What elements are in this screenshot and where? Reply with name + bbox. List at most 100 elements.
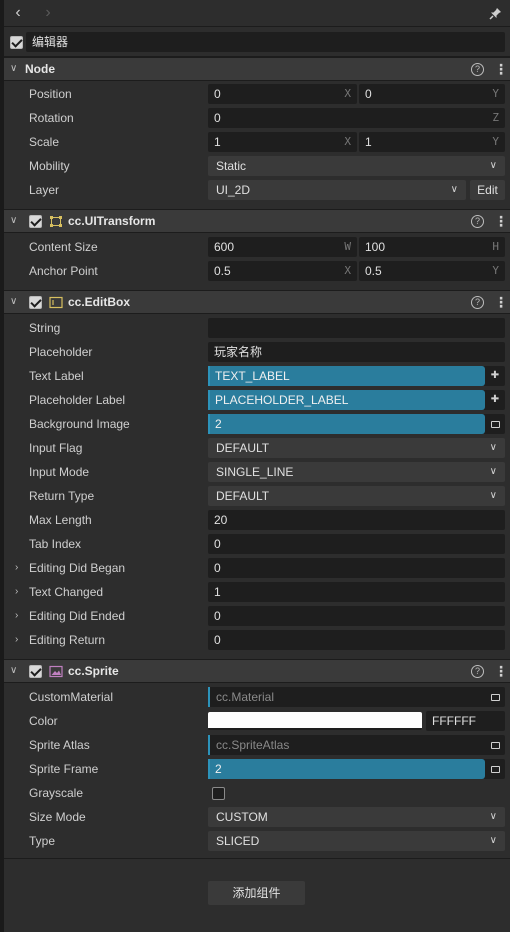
sprite-section-header[interactable]: ∨ cc.Sprite ? ⋮ <box>4 659 510 683</box>
row-input-flag: Input Flag DEFAULT ∨ <box>4 436 510 460</box>
node-section-header[interactable]: ∨ Node ? ⋮ <box>4 57 510 81</box>
background-image-ref-field[interactable]: 2 <box>208 414 505 434</box>
help-icon[interactable]: ? <box>471 665 484 678</box>
row-sprite-atlas: Sprite Atlas cc.SpriteAtlas <box>4 733 510 757</box>
component-enabled-checkbox[interactable] <box>29 665 42 678</box>
editing-return-count[interactable]: 0 <box>208 630 505 650</box>
field-label: Text Changed <box>29 585 104 599</box>
field-label: Color <box>29 714 58 728</box>
field-label: Return Type <box>29 489 95 503</box>
content-height-input[interactable]: 100 H <box>359 237 505 257</box>
axis-label: X <box>344 87 351 100</box>
more-menu-icon[interactable]: ⋮ <box>494 213 508 229</box>
puzzle-icon[interactable]: ✚ <box>489 394 501 406</box>
more-menu-icon[interactable]: ⋮ <box>494 61 508 77</box>
sprite-icon <box>49 665 63 678</box>
help-icon[interactable]: ? <box>471 296 484 309</box>
rotation-z-input[interactable]: 0Z <box>208 108 505 128</box>
expand-arrow-icon[interactable]: › <box>15 609 18 623</box>
input-mode-select[interactable]: SINGLE_LINE ∨ <box>208 462 505 482</box>
field-label: Sprite Frame <box>29 762 99 776</box>
scale-x-input[interactable]: 1X <box>208 132 357 152</box>
return-type-select[interactable]: DEFAULT ∨ <box>208 486 505 506</box>
expand-arrow-icon[interactable]: › <box>15 633 18 647</box>
expand-arrow-icon[interactable]: › <box>15 561 18 575</box>
chevron-down-icon: ∨ <box>450 184 458 195</box>
position-y-input[interactable]: 0Y <box>359 84 505 104</box>
node-active-checkbox[interactable] <box>10 36 23 49</box>
section-title: Node <box>25 62 55 76</box>
type-select[interactable]: SLICED ∨ <box>208 831 505 851</box>
field-label: Input Flag <box>29 441 83 455</box>
section-divider <box>4 858 510 859</box>
color-hex-input[interactable]: FFFFFF <box>426 711 505 731</box>
editing-did-ended-count[interactable]: 0 <box>208 606 505 626</box>
placeholder-label-ref-field[interactable]: PLACEHOLDER_LABEL ✚ <box>208 390 505 410</box>
puzzle-icon[interactable]: ✚ <box>489 370 501 382</box>
field-label: Text Label <box>29 369 84 383</box>
layer-edit-button[interactable]: Edit <box>470 180 505 200</box>
component-enabled-checkbox[interactable] <box>29 215 42 228</box>
mobility-select[interactable]: Static ∨ <box>208 156 505 176</box>
more-menu-icon[interactable]: ⋮ <box>494 663 508 679</box>
asset-icon[interactable] <box>489 691 501 703</box>
editbox-section-header[interactable]: ∨ cc.EditBox ? ⋮ <box>4 290 510 314</box>
back-icon[interactable]: ‹ <box>8 3 28 23</box>
row-position: Position 0X 0Y <box>4 82 510 106</box>
asset-icon[interactable] <box>489 763 501 775</box>
max-length-input[interactable]: 20 <box>208 510 505 530</box>
node-name-input[interactable]: 编辑器 <box>26 32 505 52</box>
pin-icon[interactable] <box>489 7 502 20</box>
placeholder-input[interactable]: 玩家名称 <box>208 342 505 362</box>
layer-select[interactable]: UI_2D ∨ <box>208 180 466 200</box>
scale-y-input[interactable]: 1Y <box>359 132 505 152</box>
field-label: String <box>29 321 61 335</box>
field-label: Content Size <box>29 240 98 254</box>
grayscale-checkbox[interactable] <box>212 787 225 800</box>
add-component-button[interactable]: 添加组件 <box>208 881 305 905</box>
row-content-size: Content Size 600 W 100 H <box>4 235 510 259</box>
row-tab-index: Tab Index 0 <box>4 532 510 556</box>
forward-icon[interactable]: › <box>38 3 58 23</box>
custom-material-ref-field[interactable]: cc.Material <box>208 687 505 707</box>
asset-icon[interactable] <box>489 418 501 430</box>
field-label: Placeholder <box>29 345 93 359</box>
field-label: Placeholder Label <box>29 393 126 407</box>
uitransform-icon <box>50 216 62 227</box>
tab-index-input[interactable]: 0 <box>208 534 505 554</box>
collapse-chevron-icon[interactable]: ∨ <box>10 664 22 678</box>
collapse-chevron-icon[interactable]: ∨ <box>10 62 22 76</box>
editing-did-began-count[interactable]: 0 <box>208 558 505 578</box>
more-menu-icon[interactable]: ⋮ <box>494 294 508 310</box>
text-changed-count[interactable]: 1 <box>208 582 505 602</box>
anchor-y-input[interactable]: 0.5 Y <box>359 261 505 281</box>
axis-label: Z <box>492 111 499 124</box>
size-mode-select[interactable]: CUSTOM ∨ <box>208 807 505 827</box>
help-icon[interactable]: ? <box>471 215 484 228</box>
row-placeholder-label: Placeholder Label PLACEHOLDER_LABEL ✚ <box>4 388 510 412</box>
asset-icon[interactable] <box>489 739 501 751</box>
row-editing-return: › Editing Return 0 <box>4 628 510 652</box>
chevron-down-icon: ∨ <box>489 811 497 822</box>
expand-arrow-icon[interactable]: › <box>15 585 18 599</box>
position-x-input[interactable]: 0X <box>208 84 357 104</box>
field-label: Scale <box>29 135 60 149</box>
field-label: Background Image <box>29 417 130 431</box>
color-swatch[interactable] <box>208 712 422 730</box>
input-flag-select[interactable]: DEFAULT ∨ <box>208 438 505 458</box>
sprite-frame-ref-field[interactable]: 2 <box>208 759 505 779</box>
field-label: Tab Index <box>29 537 82 551</box>
row-string: String <box>4 316 510 340</box>
text-label-ref-field[interactable]: TEXT_LABEL ✚ <box>208 366 505 386</box>
axis-label: X <box>344 264 351 277</box>
collapse-chevron-icon[interactable]: ∨ <box>10 295 22 309</box>
component-enabled-checkbox[interactable] <box>29 296 42 309</box>
string-input[interactable] <box>208 318 505 338</box>
help-icon[interactable]: ? <box>471 63 484 76</box>
anchor-x-input[interactable]: 0.5 X <box>208 261 357 281</box>
collapse-chevron-icon[interactable]: ∨ <box>10 214 22 228</box>
chevron-down-icon: ∨ <box>489 490 497 501</box>
sprite-atlas-ref-field[interactable]: cc.SpriteAtlas <box>208 735 505 755</box>
uitransform-section-header[interactable]: ∨ cc.UITransform ? ⋮ <box>4 209 510 233</box>
content-width-input[interactable]: 600 W <box>208 237 357 257</box>
